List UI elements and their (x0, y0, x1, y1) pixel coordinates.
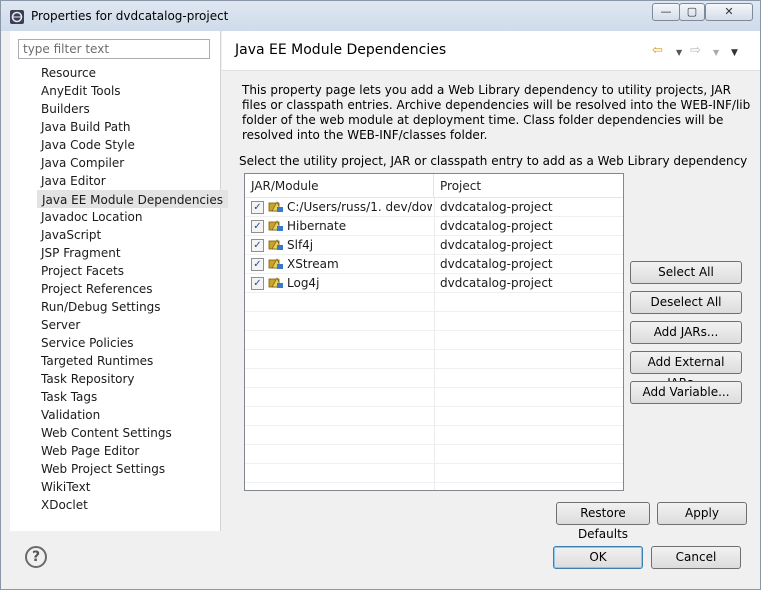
maximize-button[interactable]: ▢ (679, 3, 705, 21)
page-description: This property page lets you add a Web Li… (242, 83, 751, 142)
empty-table-row (245, 445, 623, 464)
add-variable-button[interactable]: Add Variable... (630, 381, 742, 404)
table-row[interactable]: ✓ XStream dvdcatalog-project (245, 255, 623, 274)
table-row[interactable]: ✓ Slf4j dvdcatalog-project (245, 236, 623, 255)
empty-table-row (245, 426, 623, 445)
nav-item-server[interactable]: Server (37, 316, 228, 334)
apply-button[interactable]: Apply (657, 502, 747, 525)
forward-arrow-icon[interactable]: ⇨ (690, 44, 701, 58)
instruction-label: Select the utility project, JAR or class… (239, 154, 748, 168)
properties-dialog: Properties for dvdcatalog-project — ▢ ✕ … (0, 0, 761, 590)
ok-button[interactable]: OK (553, 546, 643, 569)
nav-item-task-tags[interactable]: Task Tags (37, 388, 228, 406)
cell-project: dvdcatalog-project (440, 257, 553, 271)
forward-dropdown-icon[interactable]: ▼ (713, 46, 719, 60)
page-title: Java EE Module Dependencies (235, 42, 447, 58)
nav-item-wikitext[interactable]: WikiText (37, 478, 228, 496)
column-header-jar-module[interactable]: JAR/Module (245, 174, 434, 198)
add-jars-button[interactable]: Add JARs... (630, 321, 742, 344)
empty-table-row (245, 407, 623, 426)
nav-item-builders[interactable]: Builders (37, 100, 228, 118)
back-arrow-icon[interactable]: ⇦ (652, 44, 663, 58)
dependency-table: JAR/Module Project ✓ C:/Users/russ/1. dev… (244, 173, 624, 491)
cell-project: dvdcatalog-project (440, 219, 553, 233)
restore-defaults-button[interactable]: Restore Defaults (556, 502, 650, 541)
cell-module: Slf4j (287, 238, 314, 252)
library-icon (268, 257, 284, 271)
nav-item-project-facets[interactable]: Project Facets (37, 262, 228, 280)
empty-table-row (245, 369, 623, 388)
window-title: Properties for dvdcatalog-project (31, 9, 229, 23)
cell-module: C:/Users/russ/1. dev/dow… (287, 200, 432, 214)
nav-item-java-ee-module-dependencies[interactable]: Java EE Module Dependencies (37, 190, 228, 208)
nav-item-resource[interactable]: Resource (37, 64, 228, 82)
cell-module: XStream (287, 257, 339, 271)
deselect-all-button[interactable]: Deselect All (630, 291, 742, 314)
nav-item-jsp-fragment[interactable]: JSP Fragment (37, 244, 228, 262)
library-icon (268, 238, 284, 252)
row-checkbox[interactable]: ✓ (251, 277, 264, 290)
table-row[interactable]: ✓ Log4j dvdcatalog-project (245, 274, 623, 293)
nav-item-targeted-runtimes[interactable]: Targeted Runtimes (37, 352, 228, 370)
cell-module: Hibernate (287, 219, 347, 233)
nav-item-web-project-settings[interactable]: Web Project Settings (37, 460, 228, 478)
cancel-button[interactable]: Cancel (651, 546, 741, 569)
filter-input[interactable] (18, 39, 210, 59)
nav-item-project-references[interactable]: Project References (37, 280, 228, 298)
empty-table-row (245, 388, 623, 407)
library-icon (268, 276, 284, 290)
back-dropdown-icon[interactable]: ▼ (676, 46, 682, 60)
empty-table-row (245, 464, 623, 483)
help-icon[interactable]: ? (25, 546, 47, 568)
eclipse-icon (10, 10, 24, 24)
add-external-jars-button[interactable]: Add External JARs... (630, 351, 742, 390)
table-header: JAR/Module Project (245, 174, 623, 198)
property-page-list: Resource AnyEdit Tools Builders Java Build … (37, 64, 228, 514)
nav-item-web-content-settings[interactable]: Web Content Settings (37, 424, 228, 442)
nav-item-javadoc-location[interactable]: Javadoc Location (37, 208, 228, 226)
nav-item-web-page-editor[interactable]: Web Page Editor (37, 442, 228, 460)
title-bar: Properties for dvdcatalog-project — ▢ ✕ (1, 1, 760, 31)
column-header-project[interactable]: Project (434, 174, 623, 198)
cell-project: dvdcatalog-project (440, 200, 553, 214)
nav-item-xdoclet[interactable]: XDoclet (37, 496, 228, 514)
row-checkbox[interactable]: ✓ (251, 258, 264, 271)
nav-item-anyedit-tools[interactable]: AnyEdit Tools (37, 82, 228, 100)
nav-item-task-repository[interactable]: Task Repository (37, 370, 228, 388)
close-button[interactable]: ✕ (705, 3, 753, 21)
row-checkbox[interactable]: ✓ (251, 220, 264, 233)
main-panel: Java EE Module Dependencies ⇦ ▼ ⇨ ▼ ▼ Th… (222, 31, 760, 541)
table-row[interactable]: ✓ C:/Users/russ/1. dev/dow… dvdcatalog-pro… (245, 198, 623, 217)
library-icon (268, 219, 284, 233)
property-nav: ResourceAnyEdit ToolsBuildersJava Build … (10, 31, 228, 531)
table-row[interactable]: ✓ Hibernate dvdcatalog-project (245, 217, 623, 236)
nav-item-java-code-style[interactable]: Java Code Style (37, 136, 228, 154)
nav-item-validation[interactable]: Validation (37, 406, 228, 424)
row-checkbox[interactable]: ✓ (251, 201, 264, 214)
cell-module: Log4j (287, 276, 320, 290)
empty-table-row (245, 293, 623, 312)
nav-item-service-policies[interactable]: Service Policies (37, 334, 228, 352)
nav-item-run-debug-settings[interactable]: Run/Debug Settings (37, 298, 228, 316)
row-checkbox[interactable]: ✓ (251, 239, 264, 252)
view-menu-icon[interactable]: ▼ (731, 46, 738, 60)
library-icon (268, 200, 284, 214)
empty-table-row (245, 331, 623, 350)
select-all-button[interactable]: Select All (630, 261, 742, 284)
nav-item-java-compiler[interactable]: Java Compiler (37, 154, 228, 172)
empty-table-row (245, 312, 623, 331)
nav-item-java-editor[interactable]: Java Editor (37, 172, 228, 190)
nav-item-javascript[interactable]: JavaScript (37, 226, 228, 244)
nav-item-java-build-path[interactable]: Java Build Path (37, 118, 228, 136)
empty-table-row (245, 350, 623, 369)
page-header: Java EE Module Dependencies ⇦ ▼ ⇨ ▼ ▼ (222, 31, 760, 71)
cell-project: dvdcatalog-project (440, 276, 553, 290)
cell-project: dvdcatalog-project (440, 238, 553, 252)
minimize-button[interactable]: — (652, 3, 680, 21)
